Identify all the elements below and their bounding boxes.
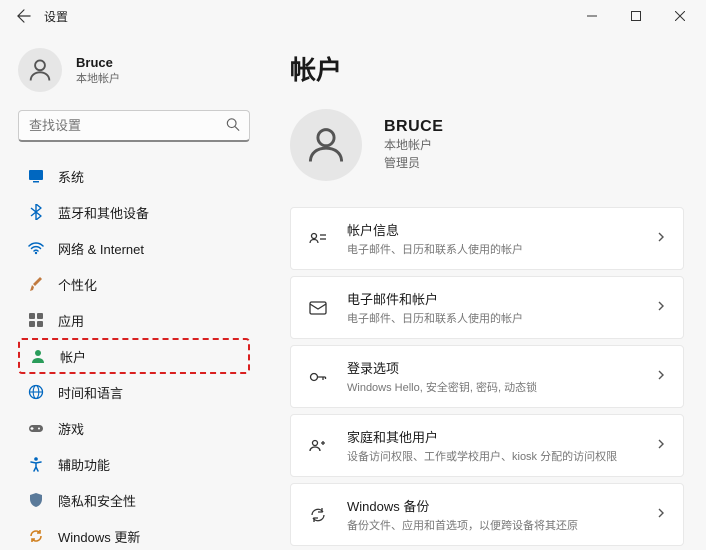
people-plus-icon xyxy=(307,435,329,457)
sidebar: Bruce 本地帐户 系统 蓝牙和其他设备 网络 & Internet 个性化 xyxy=(0,32,260,550)
card-email-accounts[interactable]: 电子邮件和帐户 电子邮件、日历和联系人使用的帐户 xyxy=(290,276,684,339)
account-role: 管理员 xyxy=(384,154,443,172)
card-subtitle: 电子邮件、日历和联系人使用的帐户 xyxy=(347,241,637,257)
nav-privacy[interactable]: 隐私和安全性 xyxy=(18,482,250,518)
nav-label: 辅助功能 xyxy=(58,455,110,474)
id-card-icon xyxy=(307,228,329,250)
chevron-right-icon xyxy=(655,231,667,246)
person-icon xyxy=(30,348,46,364)
nav-network[interactable]: 网络 & Internet xyxy=(18,230,250,266)
nav-accounts[interactable]: 帐户 xyxy=(18,338,250,374)
minimize-button[interactable] xyxy=(570,0,614,32)
card-title: 电子邮件和帐户 xyxy=(347,289,637,308)
page-title: 帐户 xyxy=(290,50,684,87)
close-button[interactable] xyxy=(658,0,702,32)
globe-icon xyxy=(28,384,44,400)
card-title: 家庭和其他用户 xyxy=(347,427,637,446)
wifi-icon xyxy=(28,240,44,256)
brush-icon xyxy=(28,276,44,292)
titlebar: 设置 xyxy=(0,0,706,32)
nav-label: 游戏 xyxy=(58,419,84,438)
bluetooth-icon xyxy=(28,204,44,220)
backup-icon xyxy=(307,504,329,526)
nav-label: 个性化 xyxy=(58,275,97,294)
card-account-info[interactable]: 帐户信息 电子邮件、日历和联系人使用的帐户 xyxy=(290,207,684,270)
card-signin-options[interactable]: 登录选项 Windows Hello, 安全密钥, 密码, 动态锁 xyxy=(290,345,684,408)
chevron-right-icon xyxy=(655,507,667,522)
nav-label: 系统 xyxy=(58,167,84,186)
nav-label: 网络 & Internet xyxy=(58,239,144,258)
shield-icon xyxy=(28,492,44,508)
nav-label: 时间和语言 xyxy=(58,383,123,402)
chevron-right-icon xyxy=(655,369,667,384)
nav-time-language[interactable]: 时间和语言 xyxy=(18,374,250,410)
chevron-right-icon xyxy=(655,300,667,315)
nav-windows-update[interactable]: Windows 更新 xyxy=(18,518,250,550)
main-content: 帐户 BRUCE 本地帐户 管理员 帐户信息 电子邮件、日历和联系人使用的帐户 … xyxy=(260,32,706,550)
card-subtitle: 备份文件、应用和首选项，以便跨设备将其还原 xyxy=(347,517,637,533)
account-name: BRUCE xyxy=(384,118,443,136)
avatar-icon xyxy=(18,48,62,92)
card-windows-backup[interactable]: Windows 备份 备份文件、应用和首选项，以便跨设备将其还原 xyxy=(290,483,684,546)
profile-block[interactable]: Bruce 本地帐户 xyxy=(18,40,250,110)
avatar-large-icon xyxy=(290,109,362,181)
nav-personalization[interactable]: 个性化 xyxy=(18,266,250,302)
maximize-button[interactable] xyxy=(614,0,658,32)
nav-label: 应用 xyxy=(58,311,84,330)
chevron-right-icon xyxy=(655,438,667,453)
card-title: 登录选项 xyxy=(347,358,637,377)
display-icon xyxy=(28,168,44,184)
mail-icon xyxy=(307,297,329,319)
card-title: Windows 备份 xyxy=(347,496,637,515)
key-icon xyxy=(307,366,329,388)
nav-label: 帐户 xyxy=(60,347,86,366)
search-box xyxy=(18,110,250,142)
accessibility-icon xyxy=(28,456,44,472)
search-icon xyxy=(226,118,240,135)
card-title: 帐户信息 xyxy=(347,220,637,239)
nav-gaming[interactable]: 游戏 xyxy=(18,410,250,446)
nav-bluetooth[interactable]: 蓝牙和其他设备 xyxy=(18,194,250,230)
account-header: BRUCE 本地帐户 管理员 xyxy=(290,109,684,181)
nav-label: Windows 更新 xyxy=(58,527,140,546)
account-type: 本地帐户 xyxy=(384,136,443,154)
profile-name: Bruce xyxy=(76,55,120,70)
nav-label: 隐私和安全性 xyxy=(58,491,136,510)
back-button[interactable] xyxy=(16,8,32,24)
gamepad-icon xyxy=(28,420,44,436)
nav-apps[interactable]: 应用 xyxy=(18,302,250,338)
update-icon xyxy=(28,528,44,544)
nav-system[interactable]: 系统 xyxy=(18,158,250,194)
nav-accessibility[interactable]: 辅助功能 xyxy=(18,446,250,482)
search-input[interactable] xyxy=(18,110,250,142)
card-subtitle: 电子邮件、日历和联系人使用的帐户 xyxy=(347,310,637,326)
card-subtitle: 设备访问权限、工作或学校用户、kiosk 分配的访问权限 xyxy=(347,448,637,464)
card-family-users[interactable]: 家庭和其他用户 设备访问权限、工作或学校用户、kiosk 分配的访问权限 xyxy=(290,414,684,477)
profile-subtitle: 本地帐户 xyxy=(76,70,120,86)
card-subtitle: Windows Hello, 安全密钥, 密码, 动态锁 xyxy=(347,379,637,395)
nav-label: 蓝牙和其他设备 xyxy=(58,203,149,222)
apps-icon xyxy=(28,312,44,328)
window-title: 设置 xyxy=(44,8,68,25)
